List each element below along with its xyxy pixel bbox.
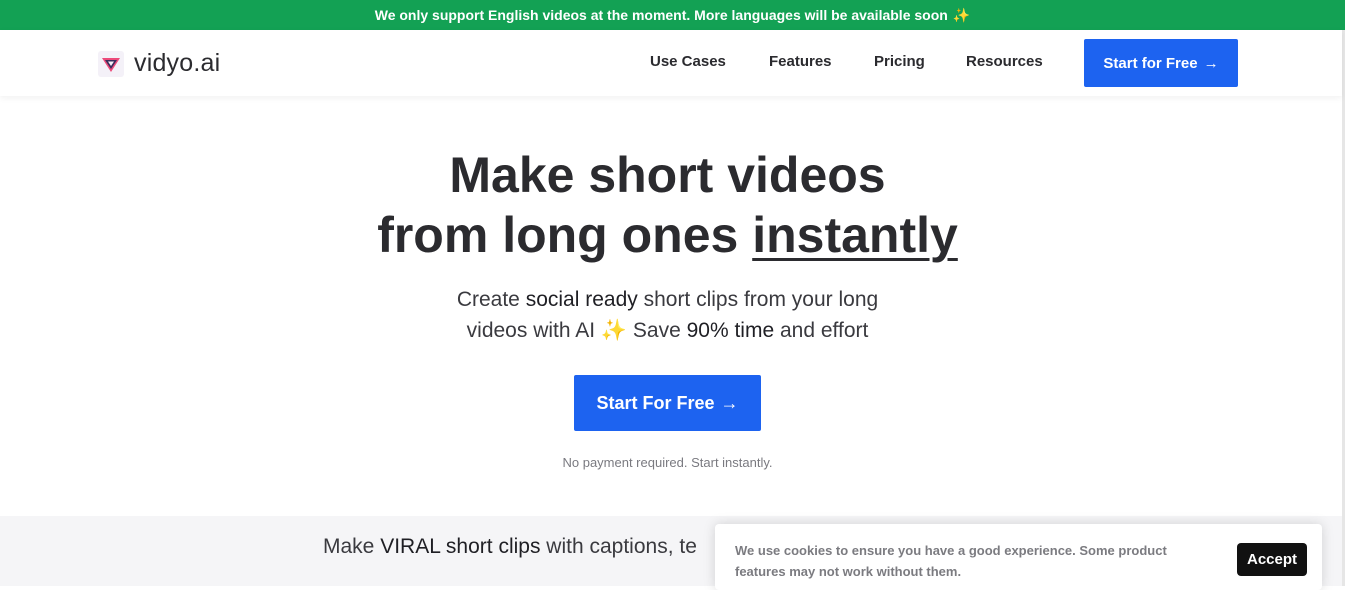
hero-cta-label: Start For Free (596, 392, 715, 413)
nav-links: Use Cases Features Pricing Resources (650, 53, 1056, 70)
accept-cookies-button[interactable]: Accept (1237, 543, 1307, 576)
cookie-message: We use cookies to ensure you have a good… (735, 543, 1167, 579)
hero-title-line1: Make short videos (449, 147, 886, 203)
hero-title-emphasis: instantly (752, 207, 958, 263)
arrow-right-icon: → (1203, 54, 1219, 72)
nav-cta-label: Start for Free (1103, 54, 1198, 72)
start-for-free-nav-button[interactable]: Start for Free → (1084, 39, 1238, 87)
lower-bold-1: VIRAL short clips (380, 535, 541, 558)
logo[interactable]: vidyo.ai (98, 49, 220, 78)
logo-text: vidyo.ai (134, 49, 221, 77)
hero-title-line2-prefix: from long ones (377, 207, 753, 263)
sparkle-icon: ✨ (952, 6, 971, 23)
sub-text-3: videos with AI (466, 319, 601, 342)
nav-resources[interactable]: Resources (966, 53, 1056, 70)
site-header: vidyo.ai Use Cases Features Pricing Reso… (0, 30, 1342, 96)
hero-title-line2: from long ones instantly (0, 205, 1335, 265)
sparkle-icon: ✨ (600, 319, 628, 342)
sub-text-5: and effort (774, 319, 869, 342)
sub-bold-1: social ready (525, 288, 638, 311)
vidyo-logo-icon (98, 50, 124, 77)
sub-text-2: short clips from your long (637, 288, 879, 311)
cookie-banner: We use cookies to ensure you have a good… (715, 524, 1322, 590)
hero-subtitle-line1: Create social ready short clips from you… (0, 284, 1335, 315)
hero-note: No payment required. Start instantly. (562, 455, 773, 470)
announcement-text: We only support English videos at the mo… (374, 7, 948, 23)
hero-subtitle: Create social ready short clips from you… (0, 284, 1335, 346)
hero-title: Make short videos from long ones instant… (0, 145, 1335, 265)
features-heading: Make VIRAL short clips with captions, te (323, 535, 697, 559)
start-for-free-hero-button[interactable]: Start For Free → (574, 375, 761, 431)
sub-text-4: Save (627, 319, 687, 342)
arrow-right-icon: → (720, 392, 739, 413)
sub-bold-2: 90% time (686, 319, 775, 342)
nav-use-cases[interactable]: Use Cases (650, 53, 769, 70)
announcement-banner: We only support English videos at the mo… (0, 0, 1345, 30)
sub-text-1: Create (456, 288, 526, 311)
nav-pricing[interactable]: Pricing (874, 53, 966, 70)
lower-text-2: with captions, te (540, 535, 697, 558)
lower-text-1: Make (323, 535, 381, 558)
nav-features[interactable]: Features (769, 53, 874, 70)
hero-subtitle-line2: videos with AI ✨ Save 90% time and effor… (0, 315, 1335, 346)
